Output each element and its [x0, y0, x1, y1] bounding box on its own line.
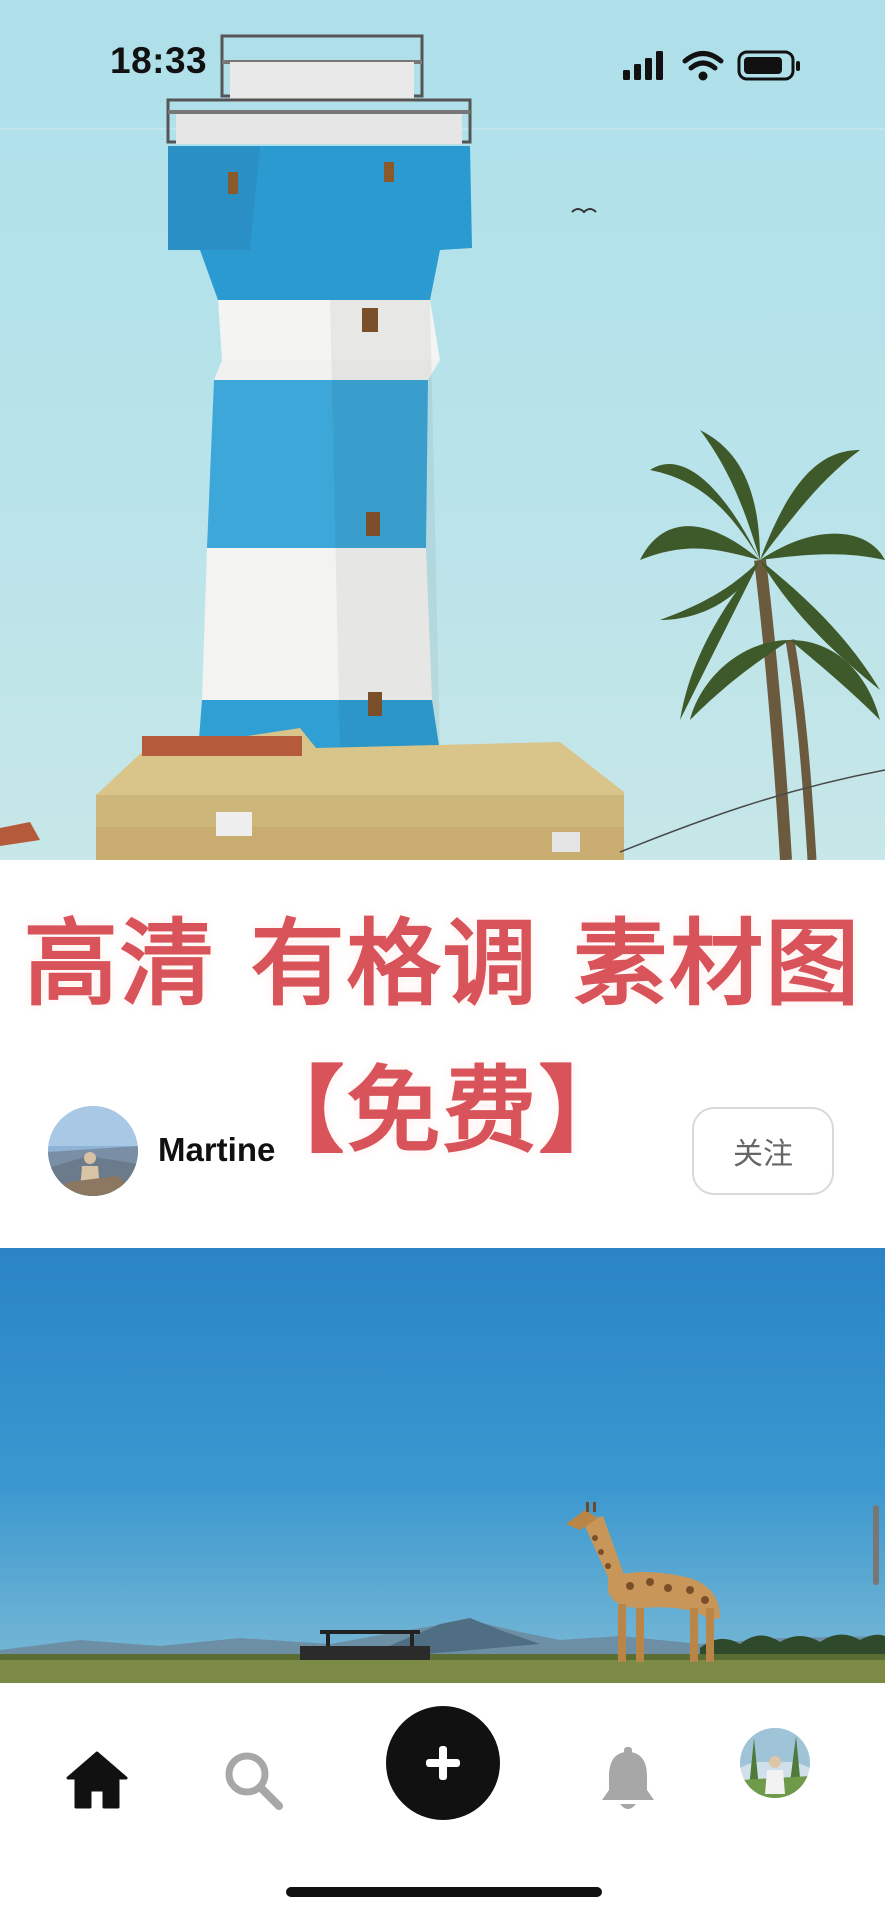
- battery-icon: [737, 50, 800, 81]
- wifi-icon: [682, 51, 724, 71]
- status-time: 18:33: [110, 40, 208, 81]
- nav-search[interactable]: [216, 1743, 290, 1817]
- bottom-nav: [0, 1683, 885, 1919]
- status-icons: [611, 48, 811, 84]
- overlay-title-line2: 【免费】: [250, 1057, 635, 1166]
- giraffe-illustration: [0, 1502, 885, 1683]
- home-icon: [66, 1751, 128, 1809]
- nav-home[interactable]: [60, 1743, 134, 1817]
- bell-icon: [602, 1747, 654, 1809]
- scrollbar-thumb[interactable]: [873, 1505, 879, 1585]
- plus-icon: [426, 1746, 460, 1780]
- overlay-title-line1: 高清 有格调 素材图: [23, 910, 862, 1019]
- home-indicator: [286, 1887, 602, 1897]
- lighthouse-illustration: [0, 34, 885, 860]
- post-image-lighthouse[interactable]: [0, 0, 885, 860]
- nav-profile[interactable]: [740, 1728, 810, 1798]
- signal-icon: [623, 51, 663, 80]
- search-icon: [225, 1752, 283, 1810]
- nav-create-button[interactable]: [386, 1706, 500, 1820]
- nav-notifications[interactable]: [591, 1739, 665, 1819]
- post-image-giraffe[interactable]: [0, 1248, 885, 1683]
- profile-avatar: [740, 1728, 810, 1798]
